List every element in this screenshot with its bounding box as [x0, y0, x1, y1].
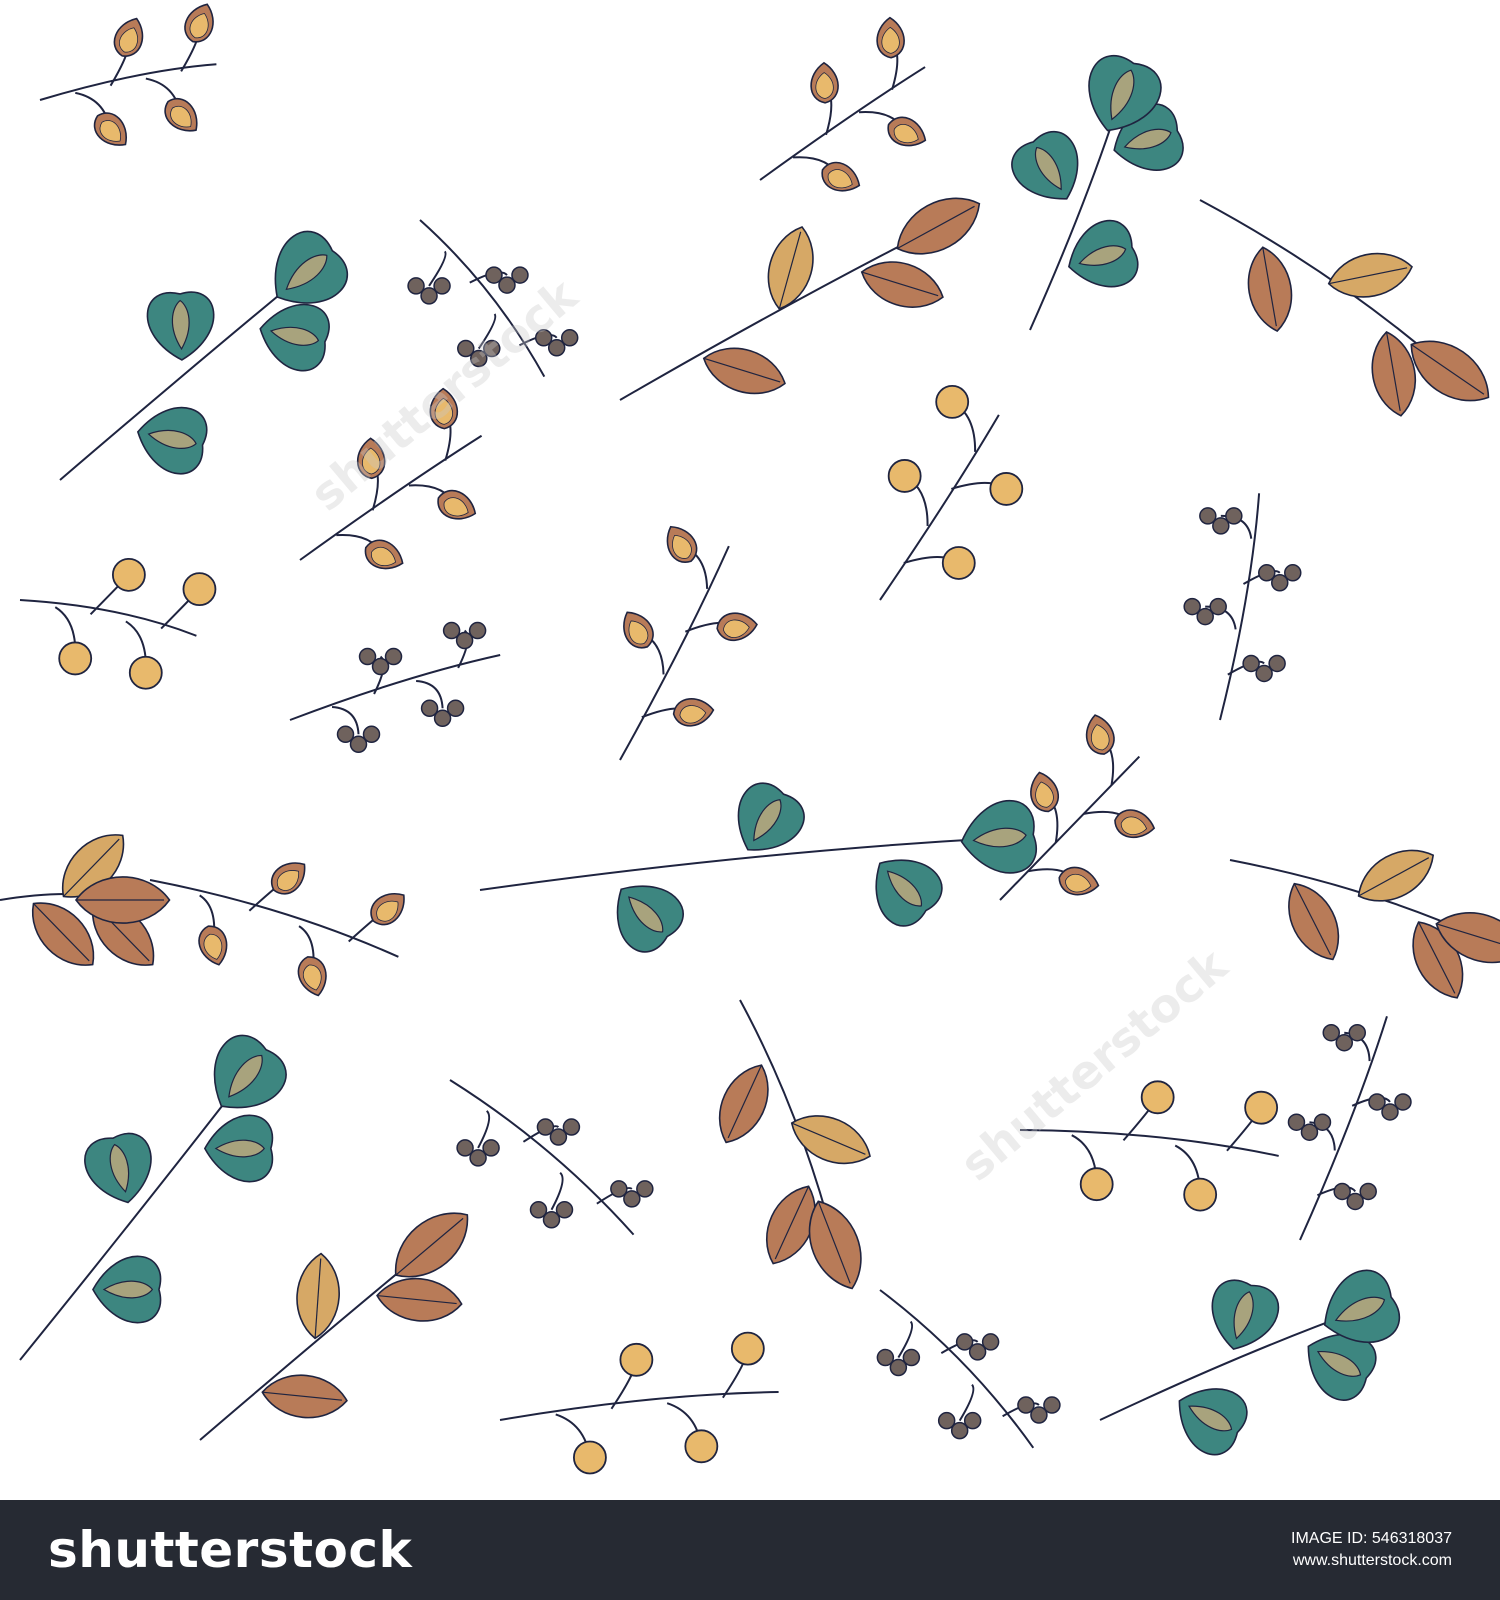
site-url: www.shutterstock.com — [1292, 1552, 1452, 1569]
berry-dot — [1268, 654, 1286, 673]
stem-line — [39, 63, 217, 101]
berry-dot — [483, 339, 501, 358]
orange-berry — [730, 1331, 765, 1366]
orange-berry — [573, 1440, 607, 1475]
berry-dot — [468, 621, 487, 640]
image-id-row: IMAGE ID: 546318037 — [1291, 1528, 1452, 1550]
autumn-leaves-pattern — [0, 3, 1500, 1475]
stem-line — [619, 545, 730, 761]
footer-bar: shutterstock IMAGE ID: 546318037 www.shu… — [0, 1500, 1500, 1600]
stem-line — [499, 1391, 779, 1421]
berry-dot — [1225, 507, 1243, 525]
orange-berry — [989, 472, 1024, 506]
stem-line — [149, 879, 399, 958]
stem-line — [1019, 1129, 1279, 1157]
berry-dot — [560, 329, 579, 347]
image-id-label: IMAGE ID: — [1291, 1530, 1368, 1547]
berry-dot — [1043, 1396, 1061, 1414]
berry-dot — [384, 647, 403, 666]
orange-berry — [1244, 1090, 1279, 1125]
orange-berry — [1079, 1167, 1114, 1202]
berry-dot — [555, 1201, 574, 1219]
orange-berry — [182, 572, 217, 607]
orange-berry — [111, 557, 146, 592]
brand-logo: shutterstock — [48, 1521, 413, 1579]
image-meta: IMAGE ID: 546318037 www.shutterstock.com — [1291, 1528, 1452, 1572]
berry-dot — [1209, 597, 1227, 616]
berry-dot — [482, 1139, 500, 1157]
page: shutterstock shutterstock shutterstock I… — [0, 0, 1500, 1600]
orange-berry — [935, 384, 970, 419]
stem-line — [879, 414, 1000, 601]
berry-dot — [446, 699, 465, 718]
berry-dot — [1394, 1093, 1412, 1111]
berry-dot — [636, 1180, 654, 1198]
stem-line — [1199, 199, 1449, 371]
berry-dot — [981, 1333, 1000, 1351]
berry-dot — [963, 1411, 982, 1430]
image-id-value: 546318037 — [1371, 1530, 1452, 1547]
berry-dot — [1348, 1023, 1367, 1042]
orange-berry — [619, 1342, 654, 1377]
berry-dot — [902, 1348, 921, 1367]
orange-berry — [128, 655, 163, 690]
orange-berry — [684, 1429, 719, 1464]
orange-berry — [941, 546, 976, 580]
berry-dot — [1313, 1113, 1332, 1131]
berry-dot — [511, 266, 529, 284]
berry-dot — [362, 725, 381, 744]
stem-line — [19, 599, 197, 637]
orange-berry — [1183, 1177, 1218, 1212]
berry-dot — [562, 1118, 581, 1136]
berry-dot — [1284, 564, 1302, 582]
orange-berry — [58, 641, 93, 676]
berry-dot — [433, 277, 451, 295]
berry-dot — [1359, 1182, 1377, 1201]
stem-line — [1029, 96, 1122, 331]
orange-berry — [887, 459, 922, 493]
orange-berry — [1140, 1080, 1175, 1115]
